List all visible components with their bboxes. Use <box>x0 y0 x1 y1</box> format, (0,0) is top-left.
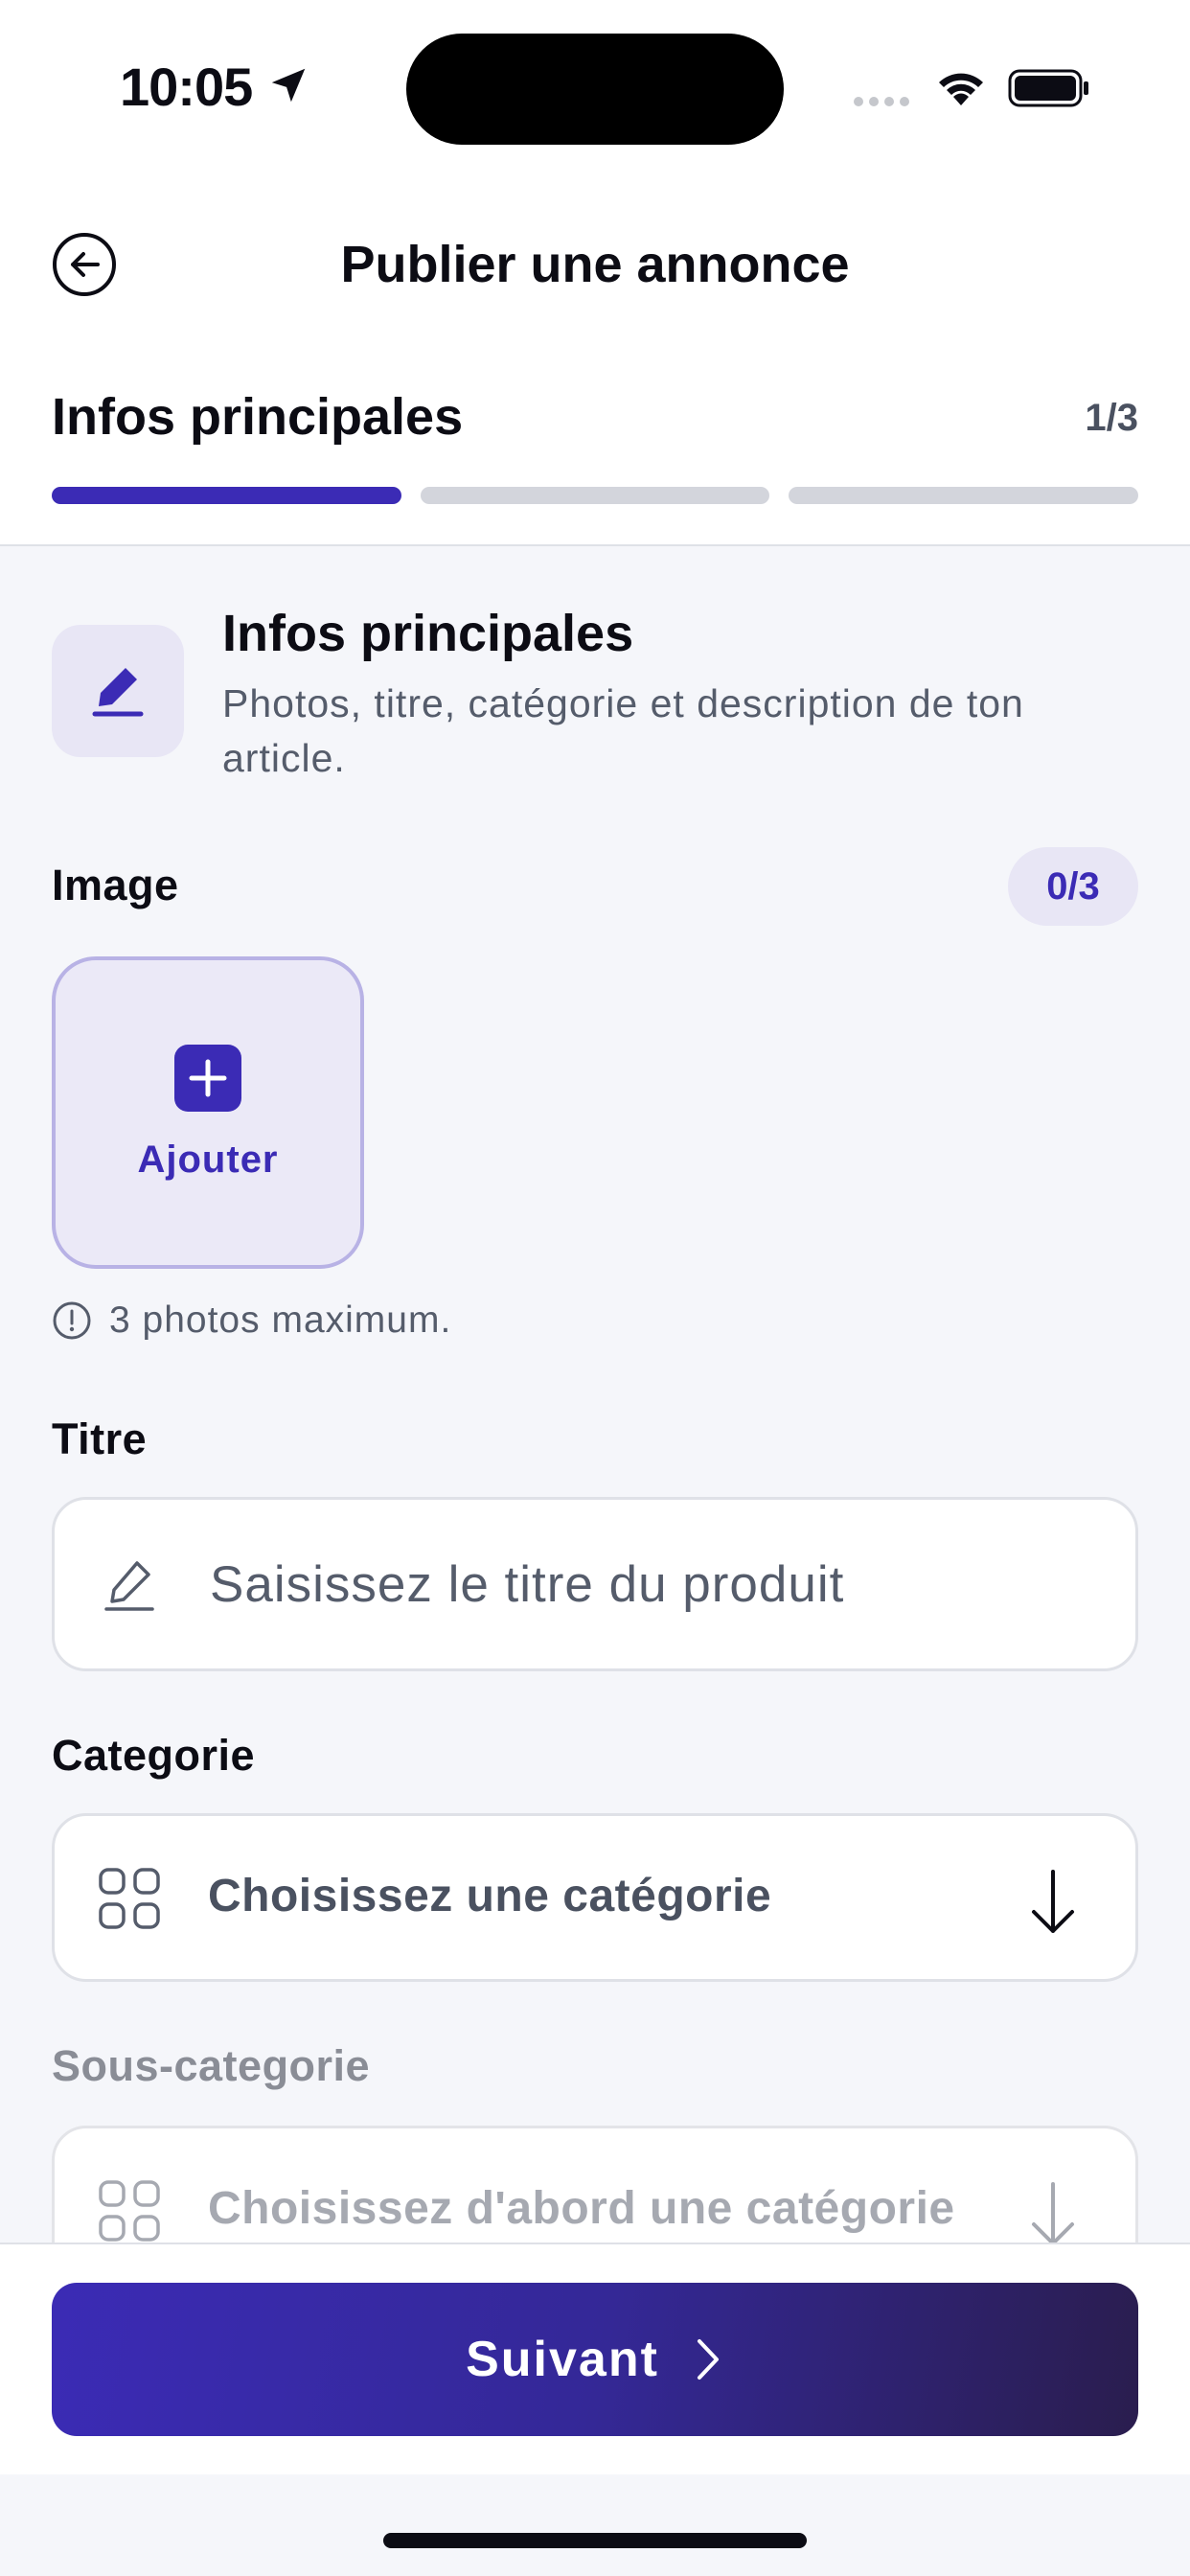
category-grid-icon <box>99 1868 160 1929</box>
subcategory-label: Sous-categorie <box>52 2041 371 2090</box>
status-time: 10:05 <box>120 57 253 117</box>
next-button[interactable]: Suivant <box>52 2283 1138 2436</box>
title-label: Titre <box>52 1414 148 1463</box>
cellular-signal-icon <box>854 97 909 106</box>
home-indicator[interactable] <box>383 2533 807 2548</box>
next-button-label: Suivant <box>466 2332 659 2387</box>
image-label: Image <box>52 861 179 909</box>
pencil-icon <box>104 1561 154 1611</box>
photo-limit-hint: 3 photos maximum. <box>52 1300 451 1342</box>
status-bar: 10:05 <box>0 0 1190 182</box>
image-count-badge: 0/3 <box>1008 847 1138 926</box>
chevron-right-icon <box>697 2339 719 2380</box>
step-counter: 1/3 <box>1085 397 1138 439</box>
arrow-down-icon <box>1032 1870 1074 1933</box>
form-content[interactable]: Infos principales Photos, titre, catégor… <box>0 548 1190 2242</box>
category-label: Categorie <box>52 1731 256 1780</box>
edit-pen-icon <box>92 668 144 717</box>
progress-step-3 <box>789 487 1139 504</box>
intro-icon-tile <box>52 625 184 757</box>
plus-icon <box>174 1044 241 1112</box>
battery-icon <box>1008 69 1088 107</box>
title-field[interactable] <box>52 1497 1138 1671</box>
step-title: Infos principales <box>52 388 464 446</box>
page-title: Publier une annonce <box>340 236 850 293</box>
intro-title: Infos principales <box>222 605 634 662</box>
add-photo-label: Ajouter <box>137 1138 279 1181</box>
location-arrow-icon <box>271 68 306 103</box>
photo-limit-text: 3 photos maximum. <box>109 1300 452 1341</box>
category-select[interactable]: Choisissez une catégorie <box>52 1813 1138 1982</box>
step-progress <box>52 487 1139 504</box>
subcategory-placeholder: Choisissez d'abord une catégorie <box>208 2183 955 2234</box>
subcategory-select[interactable]: Choisissez d'abord une catégorie <box>52 2126 1138 2242</box>
bottom-bar: Suivant <box>0 2242 1190 2576</box>
dynamic-island <box>406 34 784 145</box>
progress-step-1 <box>52 487 401 504</box>
wifi-icon <box>939 73 983 105</box>
bottom-safe-area <box>0 2474 1190 2576</box>
title-input[interactable] <box>210 1546 1072 1622</box>
header: Publier une annonce Infos principales 1/… <box>0 182 1190 546</box>
progress-step-2 <box>420 487 770 504</box>
arrow-down-icon <box>1032 2182 1074 2242</box>
category-grid-icon <box>99 2180 160 2242</box>
category-placeholder: Choisissez une catégorie <box>208 1871 772 1921</box>
intro-description: Photos, titre, catégorie et description … <box>222 681 1024 780</box>
info-alert-icon <box>53 1301 91 1340</box>
add-photo-button[interactable]: Ajouter <box>52 956 364 1269</box>
